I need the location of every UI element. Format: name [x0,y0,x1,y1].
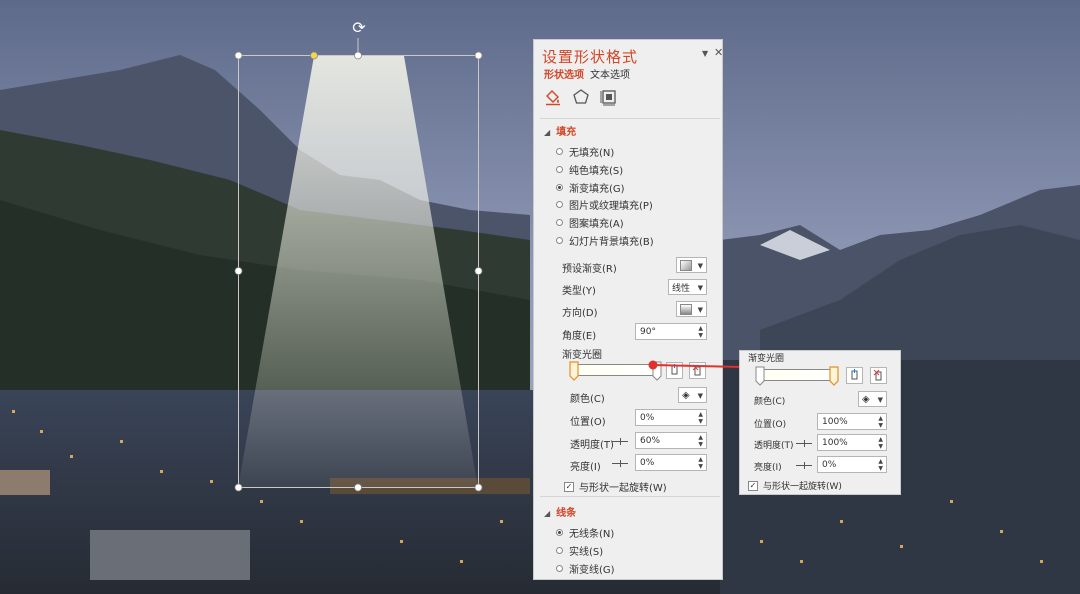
angle-value: 90° [640,326,656,337]
zoom-brightness-label: 亮度(I) [754,463,782,473]
gradient-stop-detail-zoom: 渐变光圈 颜色(C) ◈ ▼ 位置(O) 100% ▲ ▼ 透明度(T) 100% ▲ ▼… [739,350,901,495]
zoom-position-input[interactable]: 100% ▲ ▼ [817,413,887,430]
fill-option-picture[interactable]: 图片或纹理填充(P) [556,197,653,212]
position-input[interactable]: 0% ▲ ▼ [635,409,707,426]
zoom-remove-stop-icon[interactable] [870,367,887,384]
zoom-position-label: 位置(O) [754,420,787,430]
zoom-transparency-value: 100% [822,437,848,448]
line-section-header[interactable]: ◢ 线条 [544,504,576,519]
zoom-brightness-slider[interactable] [796,462,812,469]
fill-option-none[interactable]: 无填充(N) [556,144,614,159]
zoom-color-label: 颜色(C) [754,397,786,407]
zoom-add-stop-icon[interactable] [846,367,863,384]
line-option-label: 实线(S) [569,547,604,558]
line-option-label: 渐变线(G) [569,565,615,576]
transparency-slider[interactable] [612,438,628,445]
line-option-none[interactable]: 无线条(N) [556,525,614,540]
fill-option-slide-background[interactable]: 幻灯片背景填充(B) [556,233,654,248]
fill-section-header[interactable]: ◢ 填充 [544,123,576,138]
brightness-value: 0% [640,457,655,468]
fill-option-label: 纯色填充(S) [569,166,624,177]
zoom-stops-label: 渐变光圈 [748,354,785,364]
angle-input[interactable]: 90° ▲ ▼ [635,323,707,340]
zoom-gradient-stops-bar[interactable] [760,369,838,381]
transparency-label: 透明度(T) [570,440,614,451]
zoom-position-value: 100% [822,416,848,427]
rotate-with-shape-label: 与形状一起旋转(W) [579,483,667,494]
fill-line-icon[interactable] [544,88,562,106]
tab-text-options[interactable]: 文本选项 [590,66,630,81]
zoom-rotate-with-shape-label: 与形状一起旋转(W) [763,482,842,492]
divider [540,496,720,497]
type-label: 类型(Y) [562,286,596,297]
line-option-label: 无线条(N) [569,529,615,540]
zoom-gradient-stop-end[interactable] [829,366,839,386]
zoom-gradient-stop-start[interactable] [755,366,765,386]
direction-dropdown[interactable]: ▼ [676,301,707,317]
close-icon[interactable]: ✕ [714,46,723,59]
zoom-rotate-with-shape-checkbox[interactable]: ✓ 与形状一起旋转(W) [748,479,842,492]
direction-label: 方向(D) [562,308,598,319]
zoom-paint-bucket-icon: ◈ [862,393,870,405]
zoom-color-picker-button[interactable]: ◈ ▼ [858,391,887,407]
fill-option-label: 图案填充(A) [569,219,624,230]
gradient-stops-label: 渐变光圈 [562,350,602,361]
line-section-label: 线条 [556,508,577,519]
brightness-slider[interactable] [612,460,628,467]
brightness-input[interactable]: 0% ▲ ▼ [635,454,707,471]
paint-bucket-icon: ◈ [682,389,690,401]
line-option-solid[interactable]: 实线(S) [556,543,603,558]
fill-section-label: 填充 [556,127,577,138]
fill-option-solid[interactable]: 纯色填充(S) [556,162,623,177]
zoom-brightness-input[interactable]: 0% ▲ ▼ [817,456,887,473]
rotate-with-shape-checkbox[interactable]: ✓ 与形状一起旋转(W) [564,479,667,494]
zoom-transparency-label: 透明度(T) [754,441,794,451]
transparency-input[interactable]: 60% ▲ ▼ [635,432,707,449]
zoom-brightness-value: 0% [822,459,837,470]
transparency-value: 60% [640,435,661,446]
preset-gradient-dropdown[interactable]: ▼ [676,257,707,273]
position-label: 位置(O) [570,417,606,428]
type-dropdown[interactable]: 线性 ▼ [668,279,707,295]
format-shape-pane: 设置形状格式 ▼ ✕ 形状选项 文本选项 ◢ 填充 无填充(N) 纯色填充(S) … [533,39,723,580]
fill-option-label: 幻灯片背景填充(B) [569,237,654,248]
angle-label: 角度(E) [562,331,597,342]
fill-option-label: 无填充(N) [569,148,615,159]
line-option-gradient[interactable]: 渐变线(G) [556,561,615,576]
gradient-stop-start[interactable] [569,361,579,381]
rotate-handle-icon[interactable]: ⟳ [350,19,368,37]
fill-option-pattern[interactable]: 图案填充(A) [556,215,624,230]
color-picker-button[interactable]: ◈ ▼ [678,387,707,403]
fill-option-label: 渐变填充(G) [569,184,625,195]
fill-option-gradient[interactable]: 渐变填充(G) [556,180,625,195]
preset-gradient-label: 预设渐变(R) [562,264,617,275]
menu-caret-icon[interactable]: ▼ [702,49,708,58]
fill-option-label: 图片或纹理填充(P) [569,201,653,212]
effects-icon[interactable] [572,88,590,106]
zoom-transparency-slider[interactable] [796,440,812,447]
type-value: 线性 [672,283,691,294]
zoom-transparency-input[interactable]: 100% ▲ ▼ [817,434,887,451]
size-properties-icon[interactable] [600,88,618,106]
position-value: 0% [640,412,655,423]
divider [540,118,720,119]
pane-title: 设置形状格式 [542,48,639,66]
tab-shape-options[interactable]: 形状选项 [544,66,584,81]
color-label: 颜色(C) [570,394,605,405]
brightness-label: 亮度(I) [570,462,601,473]
callout-arrow [648,360,751,372]
